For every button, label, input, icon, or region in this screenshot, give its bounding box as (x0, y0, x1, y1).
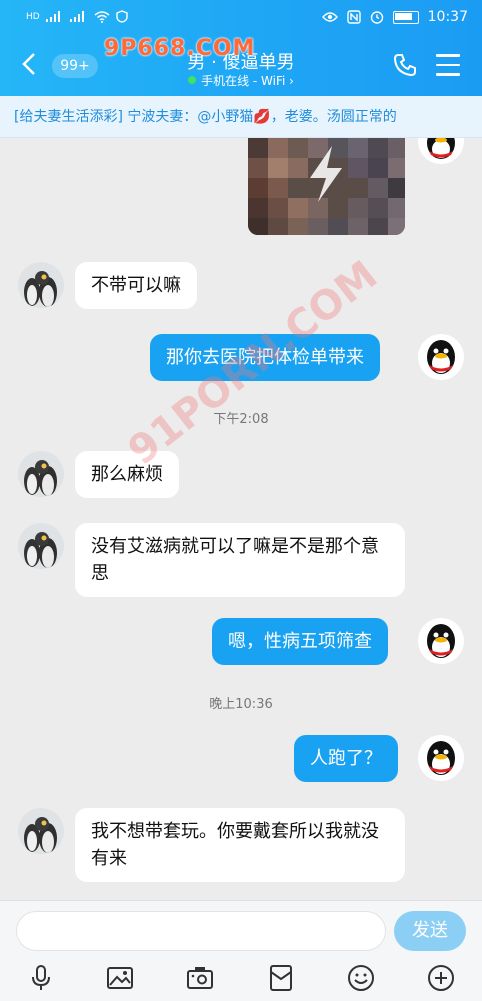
contact-avatar[interactable] (18, 451, 64, 497)
camera-icon[interactable] (185, 963, 215, 993)
shield-icon (116, 10, 128, 23)
battery-icon (392, 10, 419, 24)
menu-icon[interactable] (436, 54, 460, 76)
message-bubble-out[interactable]: 人跑了？ (294, 735, 398, 782)
penguin-photo-icon (24, 817, 57, 853)
toolbar (0, 959, 482, 999)
penguin-photo-icon (24, 460, 57, 496)
status-bar: HD 10:37 (0, 0, 482, 36)
lightning-icon (310, 146, 342, 202)
emoji-icon[interactable] (346, 963, 376, 993)
send-button[interactable]: 发送 (394, 911, 466, 951)
message-bubble-in[interactable]: 不带可以嘛 (75, 262, 197, 309)
contact-avatar[interactable] (18, 262, 64, 308)
media-image[interactable] (248, 138, 405, 235)
message-bubble-in[interactable]: 没有艾滋病就可以了嘛是不是那个意思 (75, 523, 405, 597)
timestamp: 晚上10:36 (209, 697, 273, 712)
qq-penguin-icon (427, 138, 455, 159)
signal-icon (69, 11, 88, 22)
contact-avatar[interactable] (18, 808, 64, 854)
self-avatar[interactable] (418, 138, 464, 164)
status-time: 10:37 (427, 9, 468, 25)
message-bubble-out[interactable]: 嗯，性病五项筛查 (212, 618, 388, 665)
message-input[interactable] (16, 911, 386, 951)
image-icon[interactable] (105, 963, 135, 993)
penguin-photo-icon (24, 271, 57, 307)
message-bubble-in[interactable]: 我不想带套玩。你要戴套所以我就没有来 (75, 808, 405, 882)
alarm-icon (370, 11, 383, 24)
eye-icon (321, 12, 338, 22)
signal-icon (45, 11, 64, 22)
qq-penguin-icon (427, 624, 455, 658)
qq-penguin-icon (427, 340, 455, 374)
red-packet-icon[interactable] (266, 963, 296, 993)
status-right: 10:37 (321, 9, 468, 25)
microphone-icon[interactable] (26, 963, 56, 993)
online-status: 手机在线 - WiFi › (201, 74, 294, 88)
plus-icon[interactable] (426, 963, 456, 993)
hd-signal-icon: HD (26, 11, 40, 22)
self-avatar[interactable] (418, 735, 464, 781)
contact-avatar[interactable] (18, 523, 64, 569)
penguin-photo-icon (24, 532, 57, 568)
watermark-text: 9P668.COM (104, 36, 256, 61)
wifi-icon (94, 10, 110, 23)
group-banner[interactable]: [给夫妻生活添彩] 宁波夫妻：@小野猫💋，老婆。汤圆正常的 (0, 96, 482, 138)
chat-area[interactable]: 不带可以嘛 那你去医院把体检单带来 下午2:08 那么麻烦 没有艾滋病就可以了嘛… (0, 138, 482, 900)
header: HD 10:37 99+ 男 · 傻逼单男 手机在线 - WiFi › 9P66… (0, 0, 482, 96)
input-bar: 发送 (0, 900, 482, 1001)
online-dot-icon (188, 76, 197, 84)
timestamp: 下午2:08 (213, 412, 269, 427)
nfc-icon (346, 10, 361, 24)
self-avatar[interactable] (418, 618, 464, 664)
status-left: HD (26, 10, 128, 23)
phone-icon[interactable] (392, 52, 418, 78)
self-avatar[interactable] (418, 334, 464, 380)
qq-penguin-icon (427, 741, 455, 775)
